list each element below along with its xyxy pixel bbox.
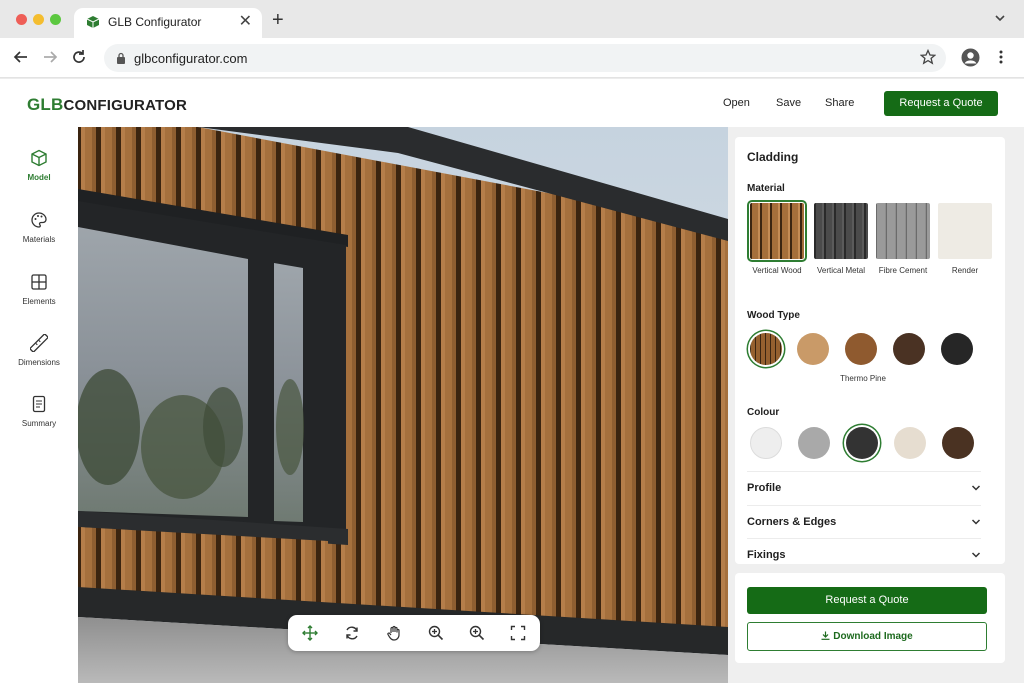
rail-label-elements: Elements bbox=[22, 297, 56, 306]
accordion-fixings[interactable]: Fixings bbox=[747, 538, 981, 564]
zoom-in-icon[interactable] bbox=[428, 625, 444, 641]
colour-chip-4[interactable] bbox=[894, 427, 926, 459]
tab-title: GLB Configurator bbox=[108, 15, 202, 29]
request-quote-button[interactable]: Request a Quote bbox=[747, 587, 987, 614]
close-window-dot[interactable] bbox=[16, 14, 27, 25]
material-option-label: Fibre Cement bbox=[878, 266, 928, 275]
material-label: Material bbox=[747, 183, 785, 194]
rail-label-summary: Summary bbox=[21, 419, 57, 428]
wood-chip-4[interactable] bbox=[893, 333, 925, 365]
fullscreen-icon[interactable] bbox=[510, 625, 526, 641]
material-option-label: Vertical Wood bbox=[752, 266, 802, 275]
panel-actions: Request a Quote Download Image bbox=[735, 573, 1005, 663]
app-header: GLBCONFIGURATOR Open Save Share Request … bbox=[0, 79, 1024, 127]
cube-favicon-icon bbox=[86, 16, 100, 28]
bookmark-star-icon[interactable] bbox=[920, 49, 936, 65]
material-option-label: Vertical Metal bbox=[816, 266, 866, 275]
material-option-label: Render bbox=[951, 266, 979, 275]
forward-arrow-icon[interactable] bbox=[41, 48, 59, 66]
more-menu-icon[interactable] bbox=[995, 49, 1007, 65]
address-bar[interactable]: glbconfigurator.com bbox=[104, 44, 946, 72]
rail-item-dimensions[interactable]: Dimensions bbox=[0, 334, 78, 384]
open-link[interactable]: Open bbox=[723, 97, 750, 109]
accordion-label: Profile bbox=[747, 482, 782, 494]
grid-icon bbox=[31, 274, 47, 290]
new-tab-icon[interactable]: + bbox=[272, 10, 284, 30]
download-image-button[interactable]: Download Image bbox=[747, 622, 987, 651]
logo-suffix: CONFIGURATOR bbox=[63, 97, 187, 114]
url-text: glbconfigurator.com bbox=[134, 51, 248, 66]
chevron-down-icon bbox=[971, 519, 981, 525]
panel-title: Cladding bbox=[747, 150, 799, 164]
colour-chip-3[interactable] bbox=[846, 427, 878, 459]
maximize-window-dot[interactable] bbox=[50, 14, 61, 25]
chevron-down-icon[interactable] bbox=[994, 12, 1006, 24]
wood-chip-5[interactable] bbox=[941, 333, 973, 365]
colour-chip-5[interactable] bbox=[942, 427, 974, 459]
accordion-profile[interactable]: Profile bbox=[747, 471, 981, 504]
reload-icon[interactable] bbox=[70, 48, 88, 66]
accordion-label: Fixings bbox=[747, 549, 786, 561]
minimize-window-dot[interactable] bbox=[33, 14, 44, 25]
ruler-icon bbox=[30, 334, 48, 352]
browser-tab-strip: GLB Configurator ✕ + bbox=[0, 0, 1024, 38]
save-link[interactable]: Save bbox=[776, 97, 801, 109]
wood-chip-2[interactable] bbox=[797, 333, 829, 365]
colour-label: Colour bbox=[747, 407, 780, 418]
accordion-corners-edges[interactable]: Corners & Edges bbox=[747, 505, 981, 538]
colour-chip-1[interactable] bbox=[750, 427, 782, 459]
rail-label-model: Model bbox=[27, 173, 51, 182]
rail-label-dimensions: Dimensions bbox=[18, 358, 60, 367]
lock-icon bbox=[117, 52, 125, 64]
rail-item-summary[interactable]: Summary bbox=[0, 395, 78, 445]
material-swatch-fibre-cement[interactable] bbox=[876, 203, 930, 259]
palette-icon bbox=[31, 212, 47, 228]
close-tab-icon[interactable]: ✕ bbox=[239, 13, 252, 31]
cube-icon bbox=[31, 149, 47, 167]
left-nav-rail: Model Materials Elements Dimensions Summ… bbox=[0, 127, 78, 683]
building-render bbox=[78, 127, 728, 683]
material-swatch-vertical-metal[interactable] bbox=[814, 203, 868, 259]
accordion-label: Corners & Edges bbox=[747, 516, 837, 528]
cladding-panel: Cladding Material Vertical Wood Vertical… bbox=[735, 137, 1005, 564]
chevron-down-icon bbox=[971, 552, 981, 558]
logo-prefix: GLB bbox=[27, 95, 64, 114]
wood-chip-1[interactable] bbox=[750, 333, 782, 365]
move-icon[interactable] bbox=[302, 625, 318, 641]
app-logo[interactable]: GLBCONFIGURATOR bbox=[27, 95, 187, 115]
material-swatch-vertical-wood[interactable] bbox=[747, 200, 807, 262]
rail-label-materials: Materials bbox=[22, 235, 56, 244]
share-link[interactable]: Share bbox=[825, 97, 854, 109]
zoom-out-icon[interactable] bbox=[469, 625, 485, 641]
download-icon bbox=[821, 631, 830, 640]
pan-hand-icon[interactable] bbox=[386, 625, 402, 641]
rotate-icon[interactable] bbox=[344, 625, 360, 641]
viewport-toolbar bbox=[288, 615, 540, 651]
model-viewport[interactable] bbox=[78, 127, 728, 683]
document-icon bbox=[32, 395, 46, 413]
download-image-label: Download Image bbox=[833, 631, 913, 642]
browser-tab[interactable]: GLB Configurator ✕ bbox=[74, 8, 262, 38]
wood-type-caption: Thermo Pine bbox=[840, 374, 886, 383]
colour-chip-2[interactable] bbox=[798, 427, 830, 459]
material-swatch-render[interactable] bbox=[938, 203, 992, 259]
browser-toolbar: glbconfigurator.com bbox=[0, 38, 1024, 78]
profile-avatar-icon[interactable] bbox=[961, 48, 980, 67]
header-request-quote-button[interactable]: Request a Quote bbox=[884, 91, 998, 116]
rail-item-elements[interactable]: Elements bbox=[0, 273, 78, 323]
rail-item-materials[interactable]: Materials bbox=[0, 211, 78, 261]
back-arrow-icon[interactable] bbox=[12, 48, 30, 66]
chevron-down-icon bbox=[971, 485, 981, 491]
rail-item-model[interactable]: Model bbox=[0, 149, 78, 199]
wood-chip-thermo-pine[interactable] bbox=[845, 333, 877, 365]
wood-type-label: Wood Type bbox=[747, 310, 800, 321]
